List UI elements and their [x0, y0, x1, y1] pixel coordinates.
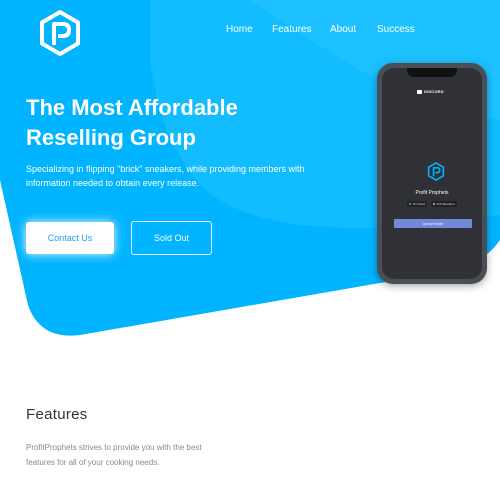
discord-label: DISCORD	[424, 89, 444, 94]
sold-out-button[interactable]: Sold Out	[131, 221, 212, 255]
online-dot-icon	[409, 203, 412, 205]
discord-icon	[417, 89, 422, 94]
hero-headline: The Most Affordable Reselling Group	[26, 93, 326, 153]
online-count: 75 Online	[412, 202, 426, 206]
member-dot-icon	[433, 203, 436, 205]
nav-item-about[interactable]: About	[330, 24, 356, 35]
main-nav: Home Features About Success	[220, 24, 420, 38]
features-description: ProfitProphets strives to provide you wi…	[26, 443, 202, 467]
features-title: Features	[26, 406, 88, 423]
accept-invite-button[interactable]: Accept Invite	[394, 219, 472, 228]
discord-header: DISCORD	[417, 89, 444, 94]
nav-item-success[interactable]: Success	[377, 24, 415, 35]
headline-line-1: The Most Affordable	[26, 95, 238, 120]
server-stats: 75 Online 175 Members	[382, 201, 482, 207]
brand-logo-icon[interactable]	[38, 10, 82, 56]
headline-line-2: Reselling Group	[26, 125, 196, 150]
nav-item-features[interactable]: Features	[272, 24, 311, 35]
member-count: 175 Members	[436, 202, 455, 206]
phone-notch	[407, 68, 457, 77]
online-count-badge: 75 Online	[407, 201, 428, 207]
nav-item-home[interactable]: Home	[226, 24, 253, 35]
member-count-badge: 175 Members	[431, 201, 457, 207]
contact-us-button[interactable]: Contact Us	[26, 222, 114, 254]
phone-mockup: DISCORD Profit Prophets 75 Online 175 Me…	[377, 63, 487, 284]
server-logo-icon	[427, 162, 445, 181]
server-name: Profit Prophets	[415, 190, 449, 196]
hero-subtext: Specializing in flipping "brick" sneaker…	[26, 164, 305, 188]
phone-screen: DISCORD Profit Prophets 75 Online 175 Me…	[382, 68, 482, 279]
